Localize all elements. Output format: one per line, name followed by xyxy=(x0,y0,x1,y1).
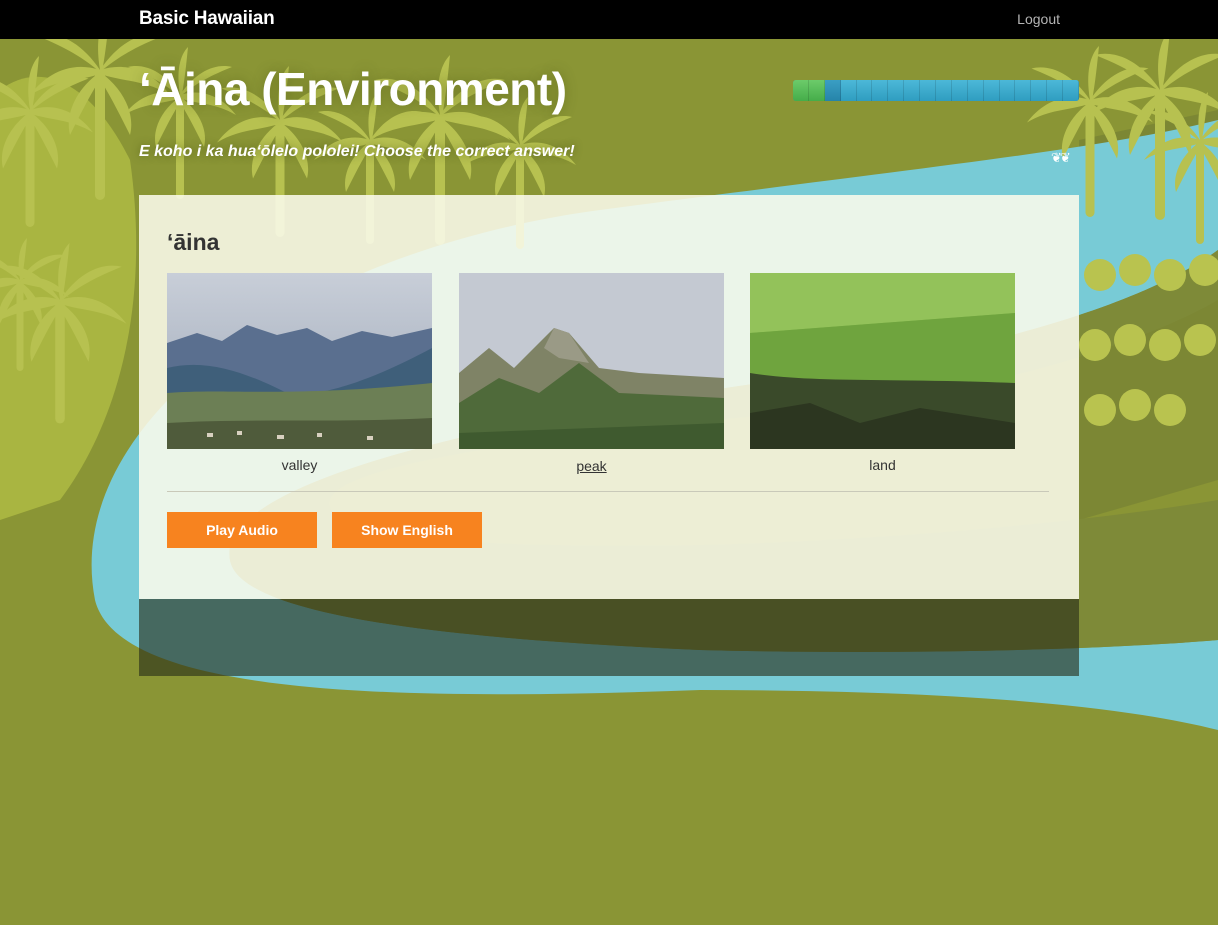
leaf-icon: ❦❦ xyxy=(1051,150,1071,165)
progress-segment xyxy=(872,80,889,101)
progress-segment xyxy=(808,80,825,101)
question-word: ʻāina xyxy=(167,229,220,255)
grass-land-photo[interactable] xyxy=(750,273,1015,449)
progress-segment xyxy=(904,80,921,101)
play-audio-button[interactable]: Play Audio xyxy=(167,512,317,548)
card-footer xyxy=(139,599,1079,676)
progress-segment xyxy=(824,80,841,101)
progress-segment xyxy=(951,80,968,101)
progress-segment xyxy=(936,80,952,101)
choice-valley[interactable]: valley xyxy=(167,273,432,473)
show-english-button[interactable]: Show English xyxy=(332,512,482,548)
choice-peak[interactable]: peak xyxy=(459,273,724,474)
mountain-peak-photo[interactable] xyxy=(459,273,724,449)
progress-segment xyxy=(888,80,905,101)
choice-label[interactable]: land xyxy=(750,457,1015,473)
progress-segment xyxy=(1047,80,1064,101)
progress-segment xyxy=(840,80,857,101)
progress-segment xyxy=(856,80,873,101)
lesson-progress-bar xyxy=(793,80,1079,101)
progress-segment xyxy=(983,80,1000,101)
progress-segment xyxy=(1015,80,1032,101)
logout-link[interactable]: Logout xyxy=(1017,11,1060,27)
valley-photo[interactable] xyxy=(167,273,432,449)
progress-segment xyxy=(920,80,937,101)
top-navbar: Basic Hawaiian Logout xyxy=(0,0,1218,39)
choice-label[interactable]: peak xyxy=(459,458,724,474)
choice-land[interactable]: land xyxy=(750,273,1015,473)
lesson-title: ʻĀina (Environment) xyxy=(139,63,567,115)
instructions-text: E koho i ka huaʻōlelo pololei! Choose th… xyxy=(139,143,575,160)
progress-segment xyxy=(793,80,809,101)
question-card: ʻāina valley peak land Play Audio Show E… xyxy=(139,195,1079,599)
choice-label[interactable]: valley xyxy=(167,457,432,473)
brand-link[interactable]: Basic Hawaiian xyxy=(139,8,275,30)
progress-segment xyxy=(999,80,1016,101)
progress-segment xyxy=(967,80,984,101)
progress-segment xyxy=(1063,80,1079,101)
divider xyxy=(167,491,1049,492)
progress-segment xyxy=(1031,80,1048,101)
